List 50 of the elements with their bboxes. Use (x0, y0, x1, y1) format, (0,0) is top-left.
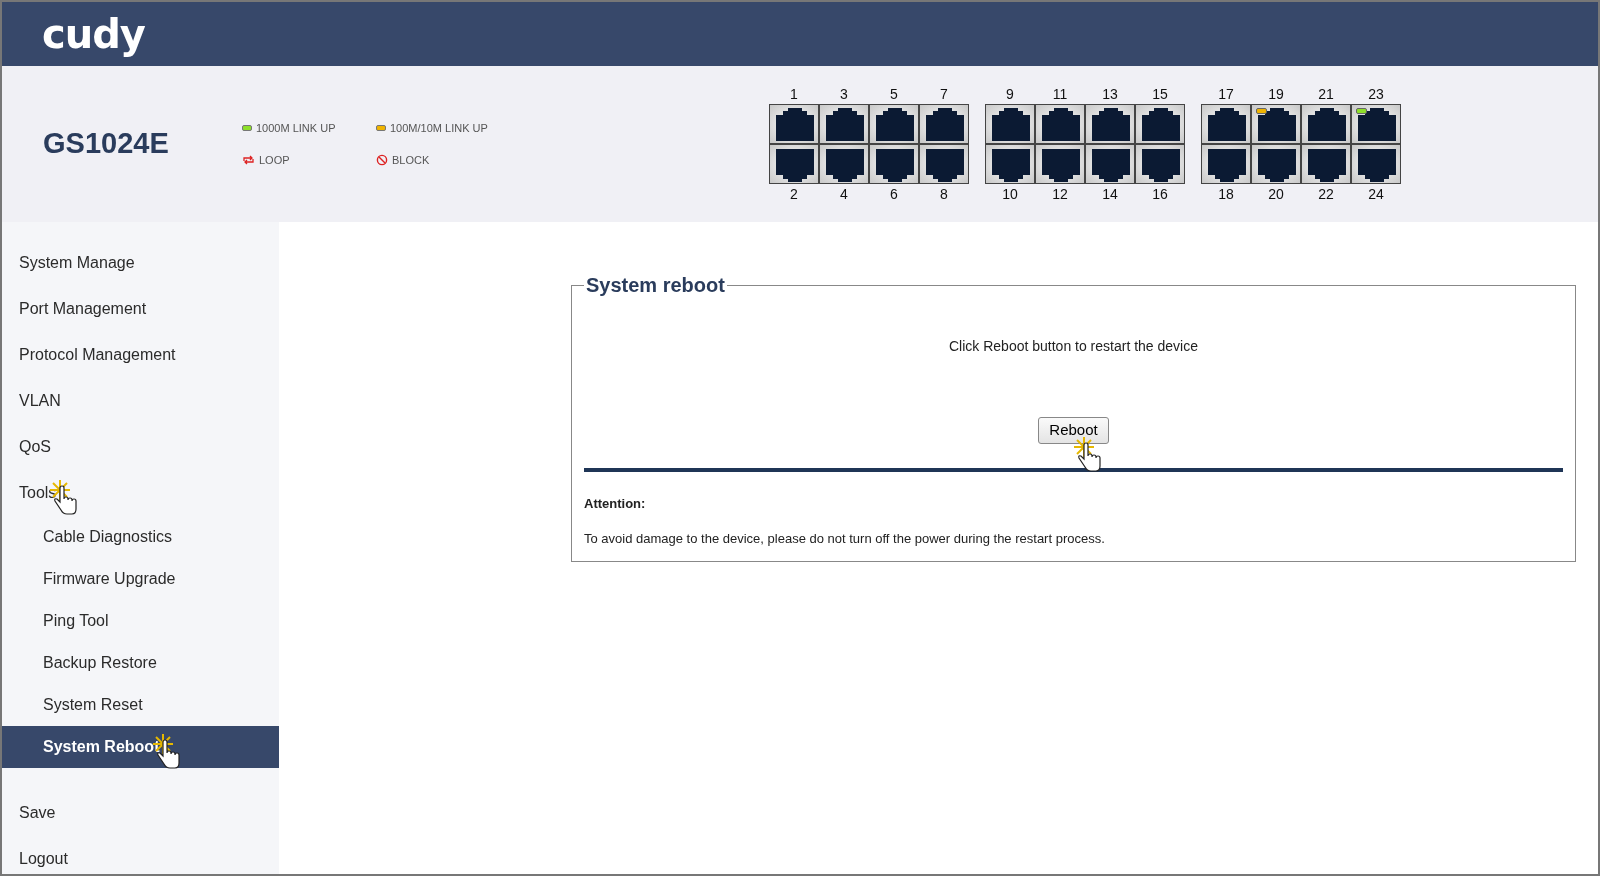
port-number: 8 (939, 185, 949, 204)
sidebar-item[interactable]: System Reboot (2, 726, 279, 768)
loop-icon (242, 155, 255, 166)
block-icon (376, 154, 388, 167)
port-number: 13 (1101, 85, 1119, 104)
sidebar-item[interactable]: System Manage (2, 240, 279, 286)
port-number: 12 (1051, 185, 1069, 204)
sidebar-item[interactable]: Firmware Upgrade (2, 558, 279, 600)
port-number: 4 (839, 185, 849, 204)
legend-label: 1000M LINK UP (256, 120, 336, 136)
port-number: 6 (889, 185, 899, 204)
port-number: 19 (1267, 85, 1285, 104)
instruction-text: Click Reboot button to restart the device (948, 337, 1199, 356)
sidebar-item[interactable]: QoS (2, 424, 279, 470)
port-number: 1 (789, 85, 799, 104)
sidebar-item[interactable]: System Reset (2, 684, 279, 726)
port-number: 20 (1267, 185, 1285, 204)
legend-label: 100M/10M LINK UP (390, 120, 488, 136)
model-name: GS1024E (42, 126, 170, 162)
port-number: 11 (1051, 85, 1069, 104)
port-number: 3 (839, 85, 849, 104)
sidebar-item[interactable]: Ping Tool (2, 600, 279, 642)
port-number: 21 (1317, 85, 1335, 104)
port-number: 18 (1217, 185, 1235, 204)
reboot-button[interactable]: Reboot (1038, 417, 1109, 444)
sidebar-item[interactable]: Backup Restore (2, 642, 279, 684)
port-number: 7 (939, 85, 949, 104)
port-number: 14 (1101, 185, 1119, 204)
logo-text: cudy (42, 10, 145, 59)
panel-title: System reboot (585, 273, 726, 298)
port-number: 9 (1005, 85, 1015, 104)
legend-label: BLOCK (392, 153, 430, 168)
sidebar-link[interactable]: Logout (2, 836, 279, 874)
port-number: 16 (1151, 185, 1169, 204)
port-number: 10 (1001, 185, 1019, 204)
port-number: 17 (1217, 85, 1235, 104)
attention-title: Attention: (584, 494, 647, 513)
port-number: 15 (1151, 85, 1169, 104)
port-number: 22 (1317, 185, 1335, 204)
sidebar-item[interactable]: VLAN (2, 378, 279, 424)
port-number: 23 (1367, 85, 1385, 104)
port-number: 2 (789, 185, 799, 204)
attention-text: To avoid damage to the device, please do not turn off the power during the restart process. (584, 530, 1106, 548)
sidebar-item[interactable]: Protocol Management (2, 332, 279, 378)
sidebar-item[interactable]: Port Management (2, 286, 279, 332)
sidebar-link[interactable]: Save (2, 790, 279, 836)
port-number: 24 (1367, 185, 1385, 204)
legend-label: LOOP (259, 153, 290, 168)
sidebar-item[interactable]: Cable Diagnostics (2, 516, 279, 558)
port-number: 5 (889, 85, 899, 104)
